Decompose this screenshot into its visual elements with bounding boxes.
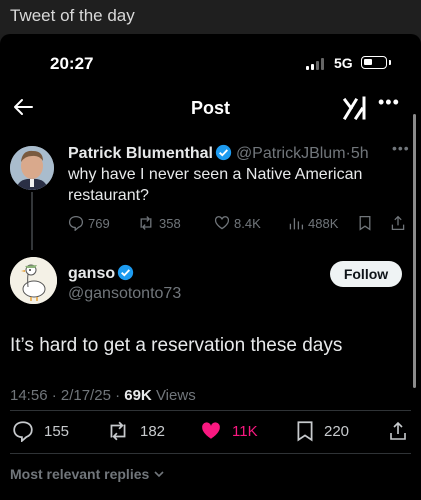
bookmark-count: 220 bbox=[324, 422, 350, 440]
reply-icon bbox=[68, 215, 84, 231]
verified-badge-icon bbox=[215, 144, 232, 166]
battery-icon bbox=[361, 56, 391, 69]
heart-filled-icon bbox=[202, 422, 220, 439]
tweet-meta: 14:56 · 2/17/25 · 69K Views bbox=[10, 387, 196, 404]
grok-icon[interactable] bbox=[342, 96, 368, 125]
status-time: 20:27 bbox=[50, 54, 94, 73]
author-handle[interactable]: @PatrickJBlum bbox=[236, 145, 346, 162]
status-bar: 20:27 5G bbox=[0, 34, 421, 90]
reply-count: 769 bbox=[88, 215, 110, 231]
like-button[interactable]: 11K bbox=[200, 420, 258, 442]
divider bbox=[10, 410, 411, 411]
verified-badge-icon bbox=[117, 264, 134, 286]
like-count: 11K bbox=[232, 422, 258, 440]
bookmark-icon bbox=[297, 421, 313, 442]
bookmark-button[interactable]: 220 bbox=[296, 420, 349, 442]
tweet-age: 5h bbox=[350, 145, 369, 162]
views-button[interactable]: 488K bbox=[288, 215, 338, 231]
tweet-more-icon[interactable]: ••• bbox=[392, 140, 410, 156]
like-button[interactable]: 8.4K bbox=[214, 215, 261, 231]
main-author-handle[interactable]: @gansotonto73 bbox=[68, 285, 181, 303]
replies-sort-dropdown[interactable]: Most relevant replies bbox=[10, 466, 165, 482]
repost-icon bbox=[110, 421, 126, 441]
repost-button[interactable]: 182 bbox=[106, 420, 165, 442]
reply-count: 155 bbox=[44, 422, 70, 440]
top-nav: Post ••• bbox=[0, 90, 421, 130]
chevron-down-icon bbox=[154, 471, 164, 478]
share-icon[interactable] bbox=[390, 215, 406, 231]
network-label: 5G bbox=[334, 55, 353, 71]
repost-icon bbox=[140, 216, 152, 230]
follow-button[interactable]: Follow bbox=[330, 261, 402, 287]
tweet-timestamp: 14:56 · 2/17/25 · bbox=[10, 387, 125, 404]
signal-icon bbox=[306, 58, 328, 70]
heart-icon bbox=[214, 216, 230, 230]
main-tweet-text: It’s hard to get a reservation these day… bbox=[10, 335, 343, 356]
views-total: 69K bbox=[124, 387, 152, 404]
views-icon bbox=[289, 218, 304, 230]
reply-button[interactable]: 155 bbox=[12, 420, 69, 442]
reply-icon bbox=[13, 421, 33, 442]
caption-bar: Tweet of the day bbox=[0, 0, 421, 34]
caption-text: Tweet of the day bbox=[10, 6, 135, 25]
repost-count: 358 bbox=[159, 215, 181, 231]
phone-screen: 20:27 5G Post ••• Patrick Blumenthal @Pa… bbox=[0, 34, 421, 500]
author-name[interactable]: Patrick Blumenthal bbox=[68, 145, 213, 162]
repost-button[interactable]: 358 bbox=[137, 215, 181, 231]
repost-count: 182 bbox=[140, 422, 166, 440]
main-tweet-actions: 155 182 11K 220 bbox=[0, 420, 421, 446]
bookmark-icon[interactable] bbox=[358, 215, 372, 231]
main-author-name-text[interactable]: ganso bbox=[68, 265, 115, 282]
more-options-icon[interactable]: ••• bbox=[378, 92, 400, 113]
main-author-name: ganso bbox=[68, 264, 138, 286]
views-label: Views bbox=[155, 387, 196, 404]
reply-button[interactable]: 769 bbox=[68, 215, 110, 231]
scrollbar[interactable] bbox=[413, 114, 416, 388]
quoted-tweet-actions: 769 358 8.4K 488K bbox=[0, 215, 421, 235]
avatar[interactable] bbox=[10, 257, 57, 304]
share-icon[interactable] bbox=[388, 420, 408, 442]
divider bbox=[10, 453, 411, 454]
quoted-tweet-header: Patrick Blumenthal @PatrickJBlum·5h bbox=[68, 144, 369, 166]
avatar[interactable] bbox=[10, 146, 54, 190]
quoted-tweet-text: why have I never seen a Native American … bbox=[68, 166, 363, 204]
replies-sort-label: Most relevant replies bbox=[10, 466, 150, 482]
like-count: 8.4K bbox=[234, 215, 261, 231]
views-count: 488K bbox=[308, 215, 339, 231]
